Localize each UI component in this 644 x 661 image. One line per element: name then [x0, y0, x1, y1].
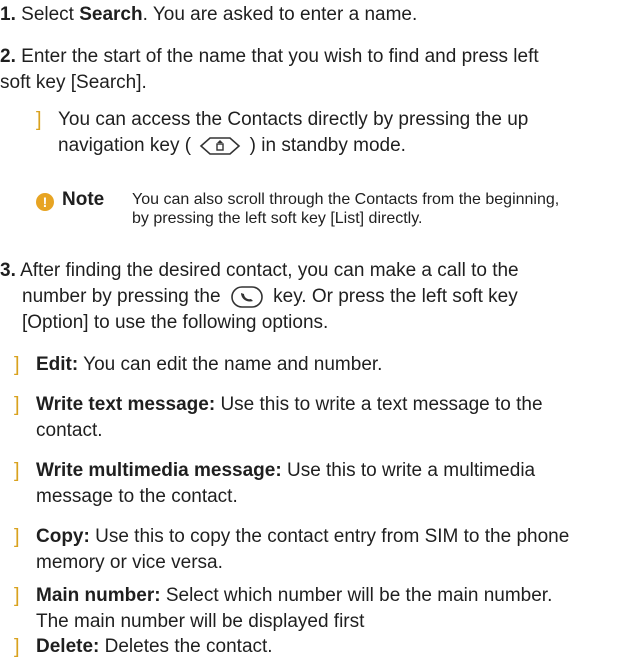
option-write-multimedia-message: ] Write multimedia message: Use this to …	[0, 458, 640, 510]
note-text: You can also scroll through the Contacts…	[132, 191, 560, 227]
bullet-bracket-icon: ]	[14, 636, 20, 658]
option-text-line-2: message to the contact.	[36, 486, 238, 507]
option-text: Use this to write a multimedia	[281, 460, 536, 481]
option-delete: ] Delete: Deletes the contact.	[0, 634, 640, 660]
option-text: Use this to write a text message to the	[215, 394, 543, 415]
manual-page: 1. Select Search. You are asked to enter…	[0, 0, 644, 661]
step-text-line-1: After finding the desired contact, you c…	[20, 260, 519, 281]
note-label: ! Note	[36, 189, 104, 211]
step-2: 2. Enter the start of the name that you …	[0, 44, 640, 96]
step-text-line-2: soft key [Search].	[0, 72, 147, 93]
step-number: 2.	[0, 46, 16, 67]
bullet-bracket-icon: ]	[14, 460, 20, 482]
option-text-line-2: contact.	[36, 420, 103, 441]
option-write-text-message: ] Write text message: Use this to write …	[0, 392, 640, 444]
up-navigation-key-icon	[200, 137, 241, 155]
step-text-line-2-start: number by pressing the	[22, 286, 221, 307]
option-text-line-2: The main number will be displayed first	[36, 611, 365, 632]
step-3: 3. After finding the desired contact, yo…	[0, 258, 640, 336]
step-text-line-3: [Option] to use the following options.	[22, 312, 329, 333]
option-title: Write multimedia message:	[36, 460, 282, 481]
step-number: 3.	[0, 260, 16, 281]
option-title: Copy:	[36, 526, 90, 547]
option-text: Use this to copy the contact entry from …	[89, 526, 570, 547]
option-title: Write text message:	[36, 394, 216, 415]
step-1: 1. Select Search. You are asked to enter…	[0, 2, 640, 28]
bullet-bracket-icon: ]	[14, 354, 20, 376]
bullet-bracket-icon: ]	[14, 394, 20, 416]
step-text-line-1: Enter the start of the name that you wis…	[21, 46, 539, 67]
option-text: Select which number will be the main num…	[160, 585, 553, 606]
tip-line-1: You can access the Contacts directly by …	[58, 109, 529, 130]
option-text-line-2: memory or vice versa.	[36, 552, 223, 573]
bullet-bracket-icon: ]	[36, 109, 42, 131]
bullet-bracket-icon: ]	[14, 585, 20, 607]
info-icon: !	[36, 193, 54, 211]
option-title: Delete:	[36, 636, 100, 657]
step-3-body: number by pressing the key. Or press the…	[0, 284, 640, 336]
tip-line-2-start: navigation key (	[58, 135, 192, 156]
step-text-line-2-end: key. Or press the left soft key	[273, 286, 518, 307]
send-call-key-icon	[231, 286, 263, 308]
bullet-bracket-icon: ]	[14, 526, 20, 548]
option-title: Edit:	[36, 354, 79, 375]
tip-bullet: ] You can access the Contacts directly b…	[36, 107, 636, 159]
search-term: Search	[79, 4, 143, 25]
step-text-end: . You are asked to enter a name.	[142, 4, 418, 25]
option-main-number: ] Main number: Select which number will …	[0, 583, 640, 635]
option-edit: ] Edit: You can edit the name and number…	[0, 352, 640, 378]
step-number: 1.	[0, 4, 16, 25]
option-text: You can edit the name and number.	[78, 354, 383, 375]
option-title: Main number:	[36, 585, 161, 606]
step-text: Select	[21, 4, 80, 25]
tip-line-2-end: ) in standby mode.	[249, 135, 406, 156]
option-text: Deletes the contact.	[99, 636, 273, 657]
option-copy: ] Copy: Use this to copy the contact ent…	[0, 524, 640, 576]
